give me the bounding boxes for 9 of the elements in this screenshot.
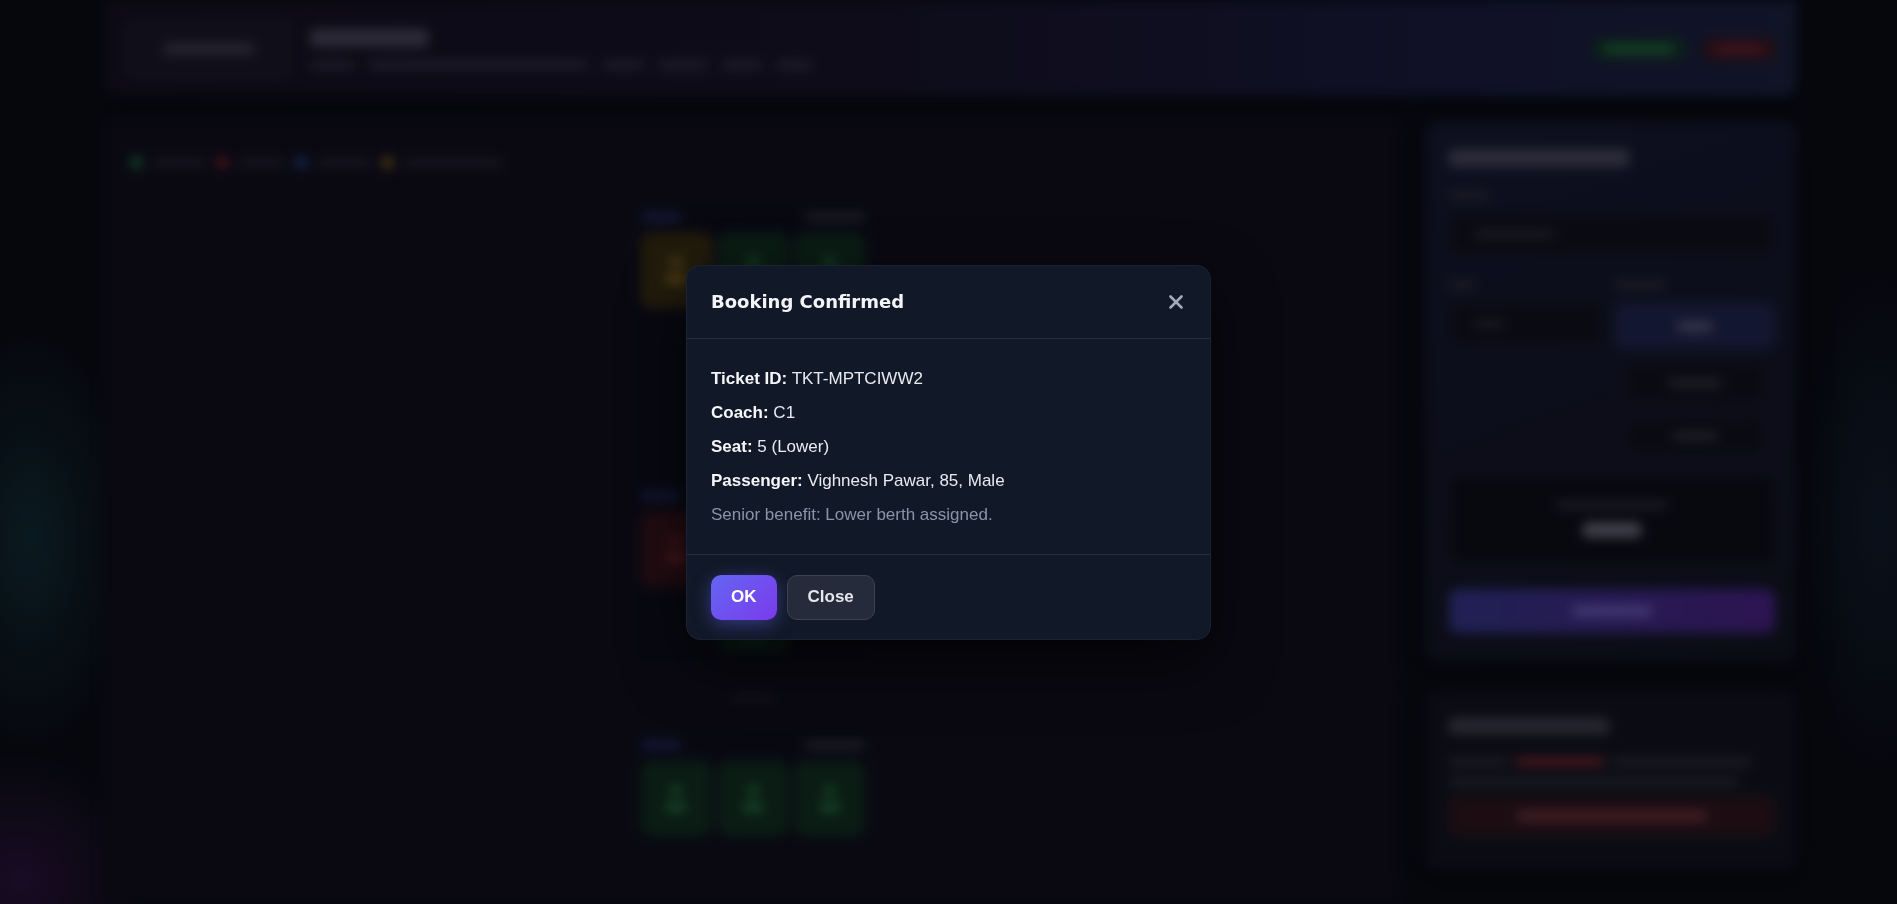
dialog-title: Booking Confirmed	[711, 289, 905, 314]
close-icon	[1169, 294, 1183, 309]
close-button[interactable]: Close	[786, 574, 875, 620]
ok-button[interactable]: OK	[711, 574, 777, 620]
booking-detail: Coach: C1	[711, 401, 797, 424]
booking-detail: Passenger: Vighnesh Pawar, 85, Male	[711, 469, 1006, 492]
booking-detail: Ticket ID: TKT-MPTCIWW2	[711, 367, 924, 390]
benefit-note: Senior benefit: Lower berth assigned.	[711, 503, 994, 526]
booking-detail: Seat: 5 (Lower)	[711, 435, 831, 458]
